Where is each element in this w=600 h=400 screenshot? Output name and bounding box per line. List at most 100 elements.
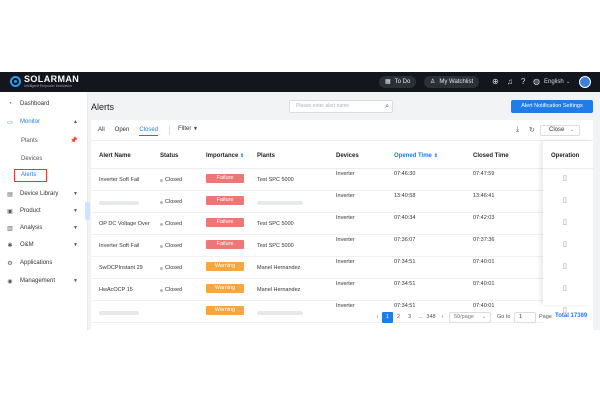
sidebar-item-om[interactable]: ✱ O&M ▼ (0, 237, 88, 253)
importance-badge: Failure (206, 240, 244, 249)
sidebar-item-monitor[interactable]: ▭ Monitor ▲ (0, 114, 88, 130)
sidebar-item-analysis[interactable]: ▥ Analysis ▼ (0, 220, 88, 236)
column-header-closed-time[interactable]: Closed Time (473, 153, 509, 159)
sidebar-subitem-alerts[interactable]: Alerts (14, 169, 47, 182)
sidebar-item-dashboard[interactable]: ◔ Dashboard (0, 96, 88, 112)
chevron-down-icon: ▼ (73, 242, 78, 248)
tab-open[interactable]: Open (115, 127, 130, 136)
plus-circle-icon[interactable]: ⊕ (492, 77, 499, 87)
filter-dropdown[interactable]: Filter ▼ (178, 126, 198, 132)
closed-time-cell: 13:46:41 (473, 193, 495, 199)
bell-icon[interactable]: ♫ (507, 77, 513, 87)
importance-badge: Failure (206, 174, 244, 183)
table-row[interactable]: HwAcOCP 15 Closed Manel Hernandez Inverter 0… (91, 279, 543, 301)
table-row[interactable]: OP DC Voltage Over Closed Test SPC 5000 Inv… (91, 213, 543, 235)
column-header-status[interactable]: Status (160, 153, 178, 159)
column-header-importance[interactable]: Importance ⇕ (206, 153, 244, 159)
search-icon[interactable]: ⌕ (385, 101, 389, 112)
column-header-alert-name[interactable]: Alert Name (99, 153, 131, 159)
user-avatar[interactable] (579, 76, 591, 88)
solarman-logo[interactable]: SOLARMAN Intelligent Empower Innovation (10, 74, 79, 88)
status-dot-icon (160, 179, 163, 182)
sidebar-item-device-library[interactable]: ▤ Device Library ▼ (0, 186, 88, 202)
sidebar-item-product[interactable]: ▣ Product ▼ (0, 203, 88, 219)
goto-page-input[interactable]: 1 (514, 312, 536, 323)
closed-time-cell: 07:42:03 (473, 215, 495, 221)
clipboard-icon[interactable]: ▯ (563, 262, 567, 270)
goto-label: Go to (497, 314, 511, 320)
closed-time-cell: 07:40:01 (473, 281, 495, 287)
clipboard-icon[interactable]: ▯ (563, 218, 567, 226)
clipboard-icon[interactable]: ▯ (563, 284, 567, 292)
clipboard-icon[interactable]: ▯ (563, 240, 567, 248)
sort-icon: ⇕ (240, 153, 245, 159)
om-icon: ✱ (7, 242, 13, 249)
globe-icon[interactable]: ◍ (533, 77, 540, 87)
pin-icon[interactable]: 📌 (70, 137, 77, 144)
table-row[interactable]: Closed Inverter 13:40:58 13:46:41 Failure (91, 191, 543, 213)
opened-time-cell: 07:34:51 (394, 281, 416, 287)
opened-time-cell: 07:46:30 (394, 171, 416, 177)
sidebar-item-management[interactable]: ◉ Management ▼ (0, 273, 88, 289)
page-number-button[interactable]: 3 (404, 312, 415, 323)
chevron-down-icon: ▼ (73, 191, 78, 197)
refresh-icon[interactable]: ↻ (529, 126, 535, 134)
importance-badge: Warning (206, 284, 244, 293)
page-number-button[interactable]: 348 (424, 312, 438, 323)
language-selector[interactable]: English (544, 77, 564, 87)
column-header-devices[interactable]: Devices (336, 153, 359, 159)
status-cell: Closed (165, 221, 183, 227)
chevron-down-icon[interactable]: ⌄ (566, 77, 570, 87)
download-icon[interactable]: ⤓ (516, 126, 519, 134)
next-page-button[interactable]: › (437, 312, 448, 323)
search-input[interactable]: Please enter alert name ⌕ (289, 100, 393, 113)
sidebar-item-label: Device Library (20, 191, 59, 197)
monitor-icon: ▭ (7, 119, 13, 126)
sidebar-item-label: Applications (20, 260, 53, 266)
analysis-icon: ▥ (7, 225, 13, 232)
sidebar-subitem-devices[interactable]: Devices (21, 156, 42, 162)
table-row[interactable]: Inverter Soft Fail Closed Test SPC 5000 Inv… (91, 235, 543, 257)
plant-cell: Test SPC 5000 (257, 221, 294, 227)
sidebar-subitem-plants[interactable]: Plants (21, 138, 38, 144)
clipboard-icon[interactable]: ▯ (563, 174, 567, 182)
plant-cell: Manel Hernandez (257, 287, 301, 293)
column-header-opened-time[interactable]: Opened Time ⇕ (394, 153, 438, 159)
close-select[interactable]: Close ⌄ (540, 125, 580, 136)
sidebar-item-applications[interactable]: ⚙ Applications (0, 255, 88, 271)
status-dot-icon (160, 267, 163, 270)
page-number-button[interactable]: 2 (393, 312, 404, 323)
device-cell: Inverter (336, 193, 355, 199)
tab-all[interactable]: All (98, 127, 105, 136)
table-row[interactable]: Inverter Soft Fail Closed Test SPC 5000 Inv… (91, 169, 543, 191)
page-suffix-label: Page (539, 314, 552, 320)
toolbar-divider (91, 140, 593, 141)
total-count: Total 17369 (555, 313, 588, 319)
sidebar-item-label: Product (20, 208, 41, 214)
device-cell: Inverter (336, 259, 355, 265)
redacted-text (257, 201, 303, 205)
clipboard-icon[interactable]: ▯ (563, 196, 567, 204)
importance-badge: Warning (206, 262, 244, 271)
alert-notification-settings-button[interactable]: Alert Notification Settings (511, 100, 593, 113)
page-size-select[interactable]: 50/page ⌄ (449, 312, 491, 323)
sort-icon: ⇕ (433, 153, 438, 159)
top-bar: SOLARMAN Intelligent Empower Innovation … (0, 72, 600, 92)
sidebar-collapse-handle[interactable] (85, 202, 90, 220)
chevron-down-icon: ⌄ (481, 314, 486, 320)
page-number-button[interactable]: 1 (382, 312, 393, 323)
todo-button[interactable]: ▦ To Do (379, 76, 417, 88)
column-header-plants[interactable]: Plants (257, 153, 275, 159)
todo-label: To Do (394, 79, 411, 85)
table-row[interactable]: SwOCPInstant 29 Closed Manel Hernandez Inve… (91, 257, 543, 279)
person-icon: ♙ (430, 79, 436, 85)
tab-closed[interactable]: Closed (139, 127, 159, 136)
alerts-panel: All Open Closed Filter ▼ ⤓ ↻ Close ⌄ Ale… (91, 120, 593, 330)
alert-name-cell: OP DC Voltage Over (99, 221, 150, 227)
sidebar: ◔ Dashboard ▭ Monitor ▲ Plants 📌 Devices… (0, 92, 90, 330)
plant-cell: Test SPC 5000 (257, 177, 294, 183)
help-icon[interactable]: ? (521, 77, 525, 87)
calendar-icon: ▦ (385, 79, 391, 85)
watchlist-button[interactable]: ♙ My Watchlist (424, 76, 480, 88)
opened-time-cell: 07:40:34 (394, 215, 416, 221)
